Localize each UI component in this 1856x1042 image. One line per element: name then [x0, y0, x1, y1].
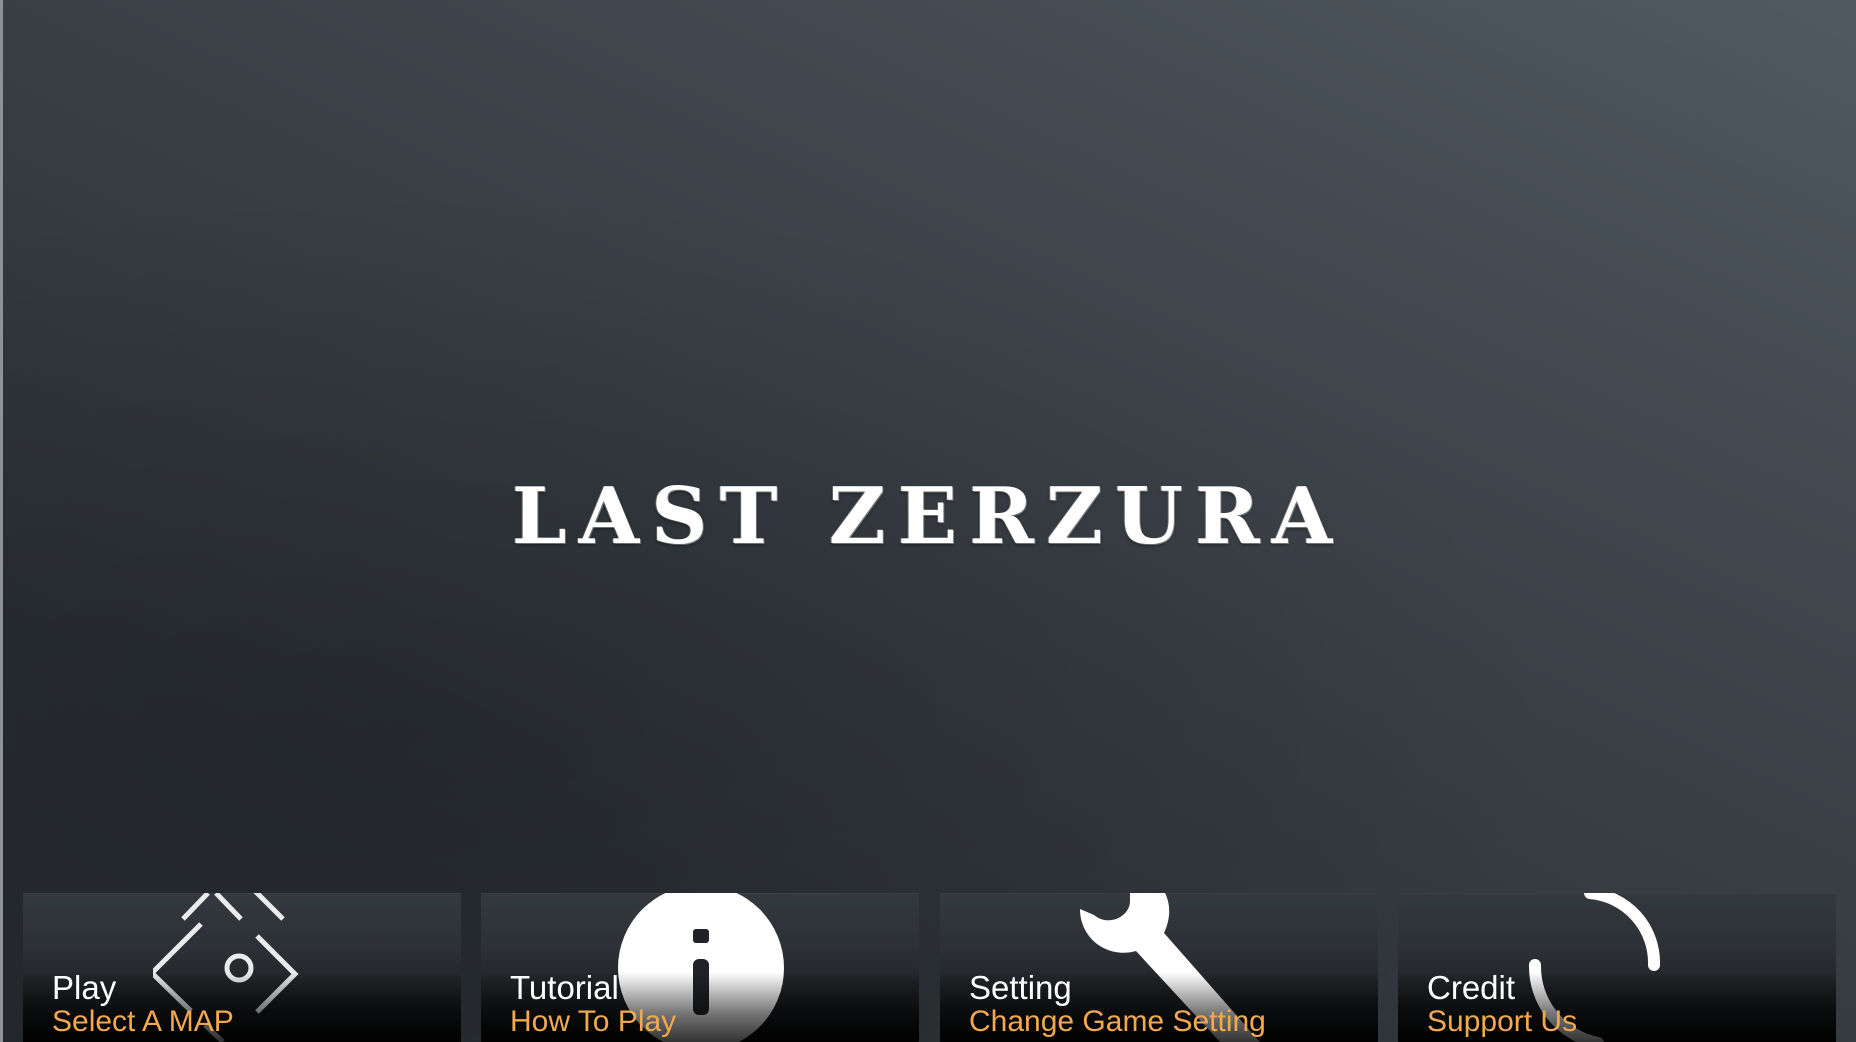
tile-label: Credit [1427, 969, 1516, 1006]
menu-tile-play[interactable]: Play Select A MAP [23, 893, 461, 1042]
main-menu-screen: LAST ZERZURA Play Select A MAP Tutorial … [0, 0, 1856, 1042]
tile-label: Play [52, 969, 117, 1006]
tile-label: Setting [969, 969, 1072, 1006]
tile-sublabel: Select A MAP [52, 1005, 234, 1038]
tile-sublabel: Support Us [1427, 1005, 1578, 1038]
game-title: LAST ZERZURA [511, 471, 1345, 562]
menu-tile-setting[interactable]: Setting Change Game Setting [940, 893, 1378, 1042]
tile-sublabel: Change Game Setting [969, 1005, 1266, 1038]
menu-tile-credit[interactable]: Credit Support Us [1398, 893, 1836, 1042]
tile-sublabel: How To Play [510, 1005, 677, 1038]
tile-label: Tutorial [510, 969, 619, 1006]
menu-tile-tutorial[interactable]: Tutorial How To Play [481, 893, 919, 1042]
